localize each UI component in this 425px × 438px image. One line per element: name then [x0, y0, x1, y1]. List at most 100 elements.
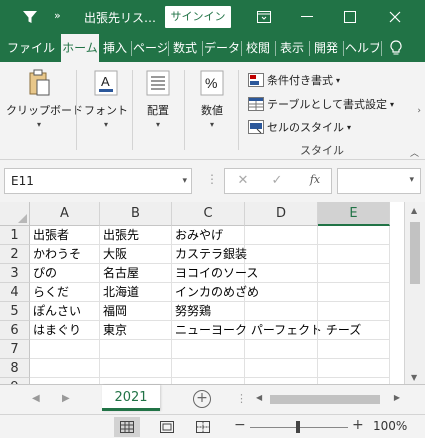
conditional-format-button[interactable]: 条件付き書式 ▾	[248, 70, 340, 90]
tab-file[interactable]: ファイル	[6, 34, 56, 62]
alignment-group[interactable]: 配置 ▾	[138, 68, 178, 129]
row-header-1[interactable]: 1	[0, 226, 30, 245]
cell-b7[interactable]	[100, 340, 172, 359]
collapse-ribbon-icon[interactable]: ︿	[410, 146, 419, 159]
column-header-d[interactable]: D	[245, 202, 318, 226]
vertical-scrollbar[interactable]: ▲ ▼	[404, 202, 425, 384]
restore-icon[interactable]	[333, 0, 367, 34]
scroll-right-icon[interactable]: ▶	[394, 393, 400, 402]
tab-data[interactable]: データ	[204, 34, 240, 62]
zoom-slider-thumb[interactable]	[296, 421, 300, 433]
row-header-7[interactable]: 7	[0, 340, 30, 359]
zoom-level[interactable]: 100%	[373, 419, 407, 433]
cell-d1[interactable]	[245, 226, 318, 245]
cell-d6[interactable]	[245, 321, 318, 340]
cell-d7[interactable]	[245, 340, 318, 359]
cell-a7[interactable]	[30, 340, 100, 359]
cell-a4[interactable]: らくだ	[30, 283, 100, 302]
cell-c8[interactable]	[172, 359, 245, 378]
tab-insert[interactable]: 挿入	[100, 34, 130, 62]
cell-d8[interactable]	[245, 359, 318, 378]
cell-e5[interactable]	[318, 302, 390, 321]
cell-d3[interactable]	[245, 264, 318, 283]
font-group[interactable]: A フォント ▾	[84, 68, 128, 129]
signin-button[interactable]: サインイン	[165, 6, 231, 28]
cell-b4[interactable]: 北海道	[100, 283, 172, 302]
tab-view[interactable]: 表示	[277, 34, 307, 62]
cell-c1[interactable]: おみやげ	[172, 226, 245, 245]
page-break-view-icon[interactable]	[190, 417, 216, 437]
cell-b5[interactable]: 福岡	[100, 302, 172, 321]
cell-c6[interactable]: ニューヨーク パーフェクト チーズ	[172, 321, 361, 340]
cell-a6[interactable]: はまぐり	[30, 321, 100, 340]
chevron-down-icon[interactable]: ▾	[182, 169, 187, 193]
ribbon-display-icon[interactable]	[247, 0, 281, 34]
scroll-down-icon[interactable]: ▼	[411, 373, 417, 382]
number-group[interactable]: % 数値 ▾	[192, 68, 232, 129]
zoom-out-button[interactable]: −	[234, 417, 246, 433]
tab-review[interactable]: 校閲	[243, 34, 273, 62]
resize-handle-icon[interactable]: ⋮	[206, 172, 218, 186]
format-as-table-button[interactable]: テーブルとして書式設定 ▾	[248, 94, 394, 114]
cell-c2[interactable]: カステラ銀装	[172, 245, 247, 264]
more-commands-icon[interactable]: »	[54, 9, 61, 22]
cell-c4[interactable]: インカのめざめ	[172, 283, 259, 302]
sheet-tab-2021[interactable]: 2021	[102, 385, 160, 411]
name-box[interactable]: E11 ▾	[4, 168, 192, 194]
cell-c5[interactable]: 努努鶏	[172, 302, 245, 321]
scroll-thumb[interactable]	[270, 395, 380, 404]
row-header-2[interactable]: 2	[0, 245, 30, 264]
row-header-3[interactable]: 3	[0, 264, 30, 283]
page-layout-view-icon[interactable]	[154, 417, 180, 437]
column-header-b[interactable]: B	[100, 202, 172, 226]
scroll-left-icon[interactable]: ◀	[256, 393, 262, 402]
chevron-down-icon[interactable]: ▾	[409, 175, 414, 185]
row-header-5[interactable]: 5	[0, 302, 30, 321]
enter-icon[interactable]: ✓	[267, 173, 287, 191]
tab-help[interactable]: ヘルプ	[345, 34, 379, 62]
window-title[interactable]: 出張先リス…	[84, 9, 156, 26]
cell-e1[interactable]	[318, 226, 390, 245]
next-sheet-icon[interactable]: ▶	[62, 393, 70, 404]
row-header-4[interactable]: 4	[0, 283, 30, 302]
cell-b1[interactable]: 出張先	[100, 226, 172, 245]
cell-e8[interactable]	[318, 359, 390, 378]
insert-function-icon[interactable]: fx	[305, 173, 325, 191]
cell-d4[interactable]	[245, 283, 318, 302]
lightbulb-icon[interactable]	[389, 40, 403, 59]
tab-page[interactable]: ページ	[133, 34, 167, 62]
cell-a8[interactable]	[30, 359, 100, 378]
cell-c3[interactable]: ヨコイのソース	[172, 264, 258, 283]
horizontal-scrollbar[interactable]: ◀ ▶	[252, 391, 402, 407]
add-sheet-button[interactable]: +	[193, 390, 211, 408]
scroll-thumb[interactable]	[410, 222, 420, 284]
row-header-8[interactable]: 8	[0, 359, 30, 378]
resize-handle-icon[interactable]: ⋮	[236, 392, 247, 405]
column-header-a[interactable]: A	[30, 202, 100, 226]
column-header-c[interactable]: C	[172, 202, 245, 226]
formula-input[interactable]: ▾	[337, 168, 421, 194]
cell-a1[interactable]: 出張者	[30, 226, 100, 245]
cell-e6[interactable]	[318, 321, 390, 340]
normal-view-icon[interactable]	[114, 417, 140, 437]
tab-formulas[interactable]: 数式	[170, 34, 200, 62]
cell-b2[interactable]: 大阪	[100, 245, 172, 264]
tab-home[interactable]: ホーム	[61, 34, 99, 62]
minimize-icon[interactable]	[290, 0, 324, 34]
select-all-button[interactable]	[0, 202, 30, 226]
tab-developer[interactable]: 開発	[311, 34, 341, 62]
cell-e3[interactable]	[318, 264, 390, 283]
cell-e7[interactable]	[318, 340, 390, 359]
cancel-icon[interactable]: ✕	[233, 173, 253, 191]
cell-a5[interactable]: ぽんさい	[30, 302, 100, 321]
prev-sheet-icon[interactable]: ◀	[32, 393, 40, 404]
filter-icon[interactable]	[22, 9, 38, 25]
scroll-up-icon[interactable]: ▲	[411, 206, 417, 215]
clipboard-group[interactable]: クリップボード ▾	[6, 68, 83, 129]
cell-styles-button[interactable]: セルのスタイル ▾	[248, 117, 351, 137]
cell-b6[interactable]: 東京	[100, 321, 172, 340]
cell-e2[interactable]	[318, 245, 390, 264]
zoom-in-button[interactable]: +	[352, 417, 364, 433]
column-header-e[interactable]: E	[318, 202, 390, 226]
cell-b8[interactable]	[100, 359, 172, 378]
